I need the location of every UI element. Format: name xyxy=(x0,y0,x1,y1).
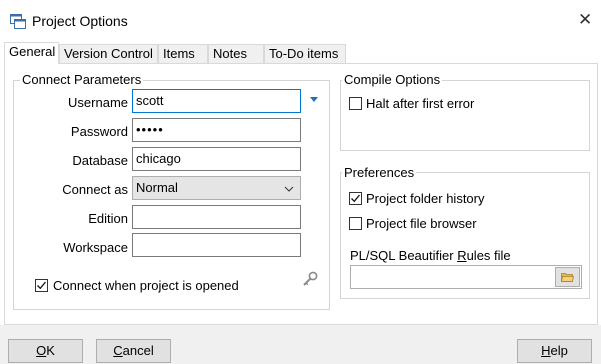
project-folder-history-checkbox[interactable] xyxy=(349,192,362,205)
chevron-down-icon xyxy=(284,186,294,192)
edition-input[interactable] xyxy=(132,205,301,229)
tab-general[interactable]: General xyxy=(4,42,59,64)
connect-on-open-label[interactable]: Connect when project is opened xyxy=(53,278,239,294)
tab-items[interactable]: Items xyxy=(158,44,208,63)
halt-after-error-label[interactable]: Halt after first error xyxy=(366,96,474,112)
edition-label: Edition xyxy=(88,211,128,226)
username-dropdown-icon[interactable] xyxy=(310,97,318,102)
username-label: Username xyxy=(68,95,128,110)
help-button[interactable]: Help xyxy=(517,339,592,363)
beautifier-rules-label: PL/SQL Beautifier Rules file xyxy=(350,248,511,263)
cancel-button[interactable]: Cancel xyxy=(96,339,171,363)
project-file-browser-checkbox[interactable] xyxy=(349,217,362,230)
project-file-browser-label[interactable]: Project file browser xyxy=(366,216,477,232)
password-label: Password xyxy=(70,124,128,139)
ok-button[interactable]: OK xyxy=(8,339,83,363)
title-bar: Project Options ✕ xyxy=(0,0,601,40)
workspace-input[interactable] xyxy=(132,233,301,257)
dialog-footer xyxy=(0,325,601,364)
tab-version-control[interactable]: Version Control xyxy=(59,44,158,63)
project-options-icon xyxy=(10,14,26,29)
connect-on-open-checkbox[interactable] xyxy=(35,279,48,292)
password-input[interactable]: ••••• xyxy=(132,118,301,142)
workspace-label: Workspace xyxy=(63,240,128,255)
project-folder-history-label[interactable]: Project folder history xyxy=(366,191,485,207)
preferences-legend: Preferences xyxy=(342,165,417,180)
connect-as-select[interactable]: Normal xyxy=(132,176,301,200)
browse-rules-button[interactable] xyxy=(555,267,580,287)
close-icon[interactable]: ✕ xyxy=(578,11,592,28)
checkmark-icon xyxy=(37,281,47,290)
username-input[interactable]: scott xyxy=(132,89,301,113)
compile-options-legend: Compile Options xyxy=(342,72,443,87)
checkmark-icon xyxy=(351,194,361,203)
key-icon[interactable] xyxy=(302,271,318,287)
window-title: Project Options xyxy=(32,13,128,29)
database-label: Database xyxy=(72,153,128,168)
compile-options-group xyxy=(340,80,590,151)
halt-after-error-checkbox[interactable] xyxy=(349,97,362,110)
connect-parameters-legend: Connect Parameters xyxy=(20,72,144,87)
database-input[interactable]: chicago xyxy=(132,147,301,171)
tab-notes[interactable]: Notes xyxy=(208,44,264,63)
tab-strip: General Version Control Items Notes To-D… xyxy=(0,40,601,64)
tab-todo-items[interactable]: To-Do items xyxy=(264,44,346,63)
folder-open-icon xyxy=(561,273,574,282)
connect-as-label: Connect as xyxy=(62,182,128,197)
beautifier-rules-input[interactable] xyxy=(350,265,582,289)
connect-as-value: Normal xyxy=(136,180,178,195)
